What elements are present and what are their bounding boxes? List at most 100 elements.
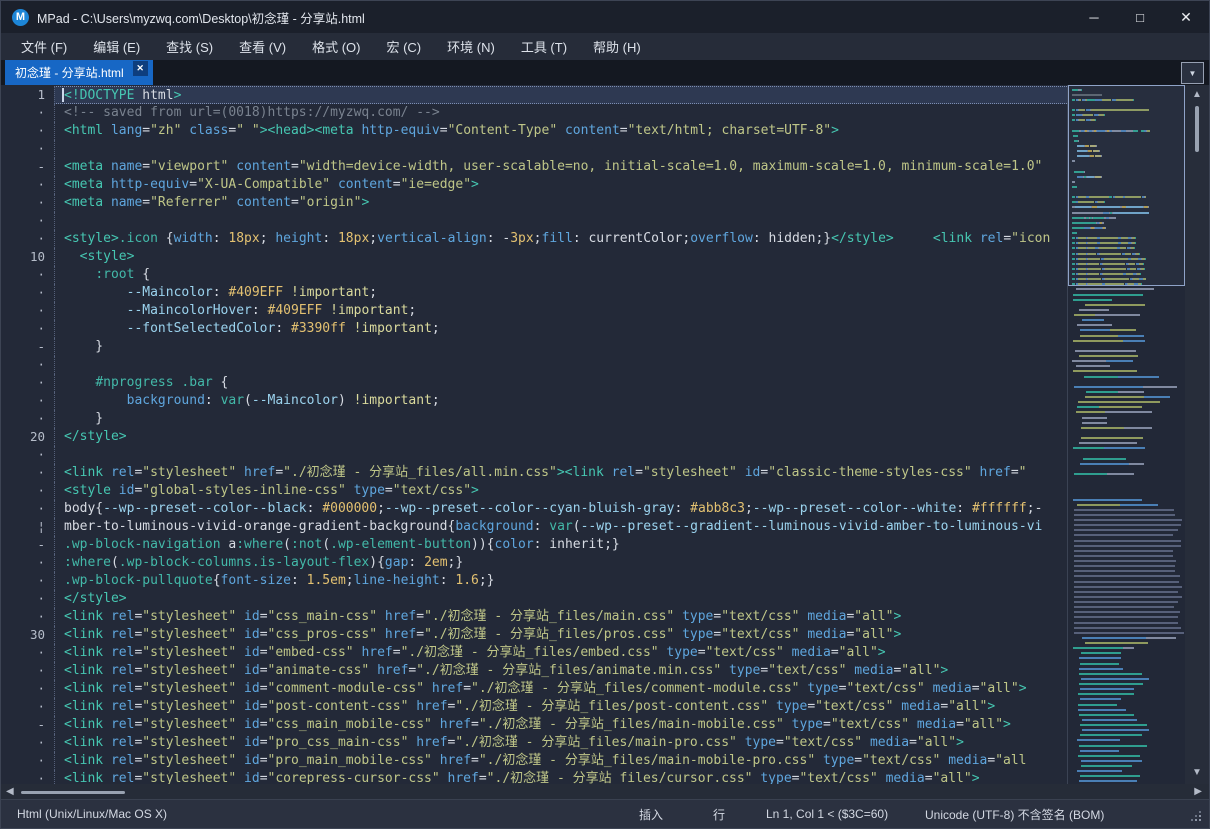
editor-row[interactable]: ·<link rel="stylesheet" id="pro_css_main… <box>1 734 1067 752</box>
code-line[interactable]: <meta name="Referrer" content="origin"> <box>54 194 1067 212</box>
code-line[interactable]: body{--wp--preset--color--black: #000000… <box>54 500 1067 518</box>
editor-row[interactable]: · <box>1 446 1067 464</box>
code-line[interactable]: <link rel="stylesheet" id="css_main_mobi… <box>54 716 1067 734</box>
code-line[interactable]: <link rel="stylesheet" href="./初念瑾 - 分享站… <box>54 464 1067 482</box>
code-line[interactable] <box>54 140 1067 158</box>
editor-row[interactable]: -<meta name="viewport" content="width=de… <box>1 158 1067 176</box>
editor-row[interactable]: 10 <style> <box>1 248 1067 266</box>
editor-row[interactable]: · background: var(--Maincolor) !importan… <box>1 392 1067 410</box>
editor-row[interactable]: ·.wp-block-pullquote{font-size: 1.5em;li… <box>1 572 1067 590</box>
code-line[interactable]: <style id="global-styles-inline-css" typ… <box>54 482 1067 500</box>
editor-row[interactable]: 20</style> <box>1 428 1067 446</box>
editor-row[interactable]: · --fontSelectedColor: #3390ff !importan… <box>1 320 1067 338</box>
tab-active[interactable]: 初念瑾 - 分享站.html ✕ <box>5 60 153 85</box>
editor-row[interactable]: ·<html lang="zh" class=" "><head><meta h… <box>1 122 1067 140</box>
editor-row[interactable]: ·<style id="global-styles-inline-css" ty… <box>1 482 1067 500</box>
code-line[interactable]: #nprogress .bar { <box>54 374 1067 392</box>
menu-item-4[interactable]: 查看 (V) <box>226 34 299 59</box>
menu-item-6[interactable]: 宏 (C) <box>373 34 434 59</box>
status-doc-type[interactable]: Html (Unix/Linux/Mac OS X) <box>17 800 167 828</box>
resize-grip[interactable] <box>1191 811 1201 821</box>
code-line[interactable]: <link rel="stylesheet" id="post-content-… <box>54 698 1067 716</box>
minimize-button[interactable]: ─ <box>1071 1 1117 33</box>
editor-row[interactable]: · --Maincolor: #409EFF !important; <box>1 284 1067 302</box>
code-line[interactable]: .wp-block-navigation a:where(:not(.wp-el… <box>54 536 1067 554</box>
editor-row[interactable]: ·:where(.wp-block-columns.is-layout-flex… <box>1 554 1067 572</box>
code-line[interactable]: .wp-block-pullquote{font-size: 1.5em;lin… <box>54 572 1067 590</box>
editor-row[interactable]: ·<!-- saved from url=(0018)https://myzwq… <box>1 104 1067 122</box>
vertical-scroll-thumb[interactable] <box>1195 106 1199 152</box>
scroll-down-button[interactable]: ▼ <box>1185 766 1209 780</box>
code-line[interactable] <box>54 356 1067 374</box>
editor-row[interactable]: ·<link rel="stylesheet" href="./初念瑾 - 分享… <box>1 464 1067 482</box>
editor-row[interactable]: ·body{--wp--preset--color--black: #00000… <box>1 500 1067 518</box>
code-line[interactable]: </style> <box>54 590 1067 608</box>
scroll-left-button[interactable]: ◀ <box>6 786 14 798</box>
menu-item-7[interactable]: 环境 (N) <box>434 34 508 59</box>
code-line[interactable]: --MaincolorHover: #409EFF !important; <box>54 302 1067 320</box>
code-line[interactable]: } <box>54 338 1067 356</box>
editor-row[interactable]: ·<link rel="stylesheet" id="pro_main_mob… <box>1 752 1067 770</box>
editor-row[interactable]: ·<link rel="stylesheet" id="corepress-cu… <box>1 770 1067 784</box>
editor-row[interactable]: -.wp-block-navigation a:where(:not(.wp-e… <box>1 536 1067 554</box>
code-line[interactable]: --Maincolor: #409EFF !important; <box>54 284 1067 302</box>
code-line[interactable]: <link rel="stylesheet" id="animate-css" … <box>54 662 1067 680</box>
code-line[interactable]: <!DOCTYPE html> <box>54 86 1067 104</box>
menu-item-5[interactable]: 格式 (O) <box>299 34 373 59</box>
code-line[interactable]: <link rel="stylesheet" id="corepress-cur… <box>54 770 1067 784</box>
code-line[interactable]: <meta name="viewport" content="width=dev… <box>54 158 1067 176</box>
close-button[interactable]: ✕ <box>1163 1 1209 33</box>
scroll-right-button[interactable]: ▶ <box>1194 786 1202 798</box>
editor-row[interactable]: · --MaincolorHover: #409EFF !important; <box>1 302 1067 320</box>
editor-row[interactable]: ·</style> <box>1 590 1067 608</box>
tab-close-button[interactable]: ✕ <box>133 61 148 76</box>
code-line[interactable]: </style> <box>54 428 1067 446</box>
editor-row[interactable]: ·<link rel="stylesheet" id="css_main-css… <box>1 608 1067 626</box>
editor-row[interactable]: · <box>1 356 1067 374</box>
code-line[interactable]: background: var(--Maincolor) !important; <box>54 392 1067 410</box>
code-line[interactable]: <style>.icon {width: 18px; height: 18px;… <box>54 230 1067 248</box>
status-line-mode[interactable]: 行 <box>713 800 725 828</box>
minimap[interactable] <box>1067 85 1185 784</box>
code-line[interactable]: --fontSelectedColor: #3390ff !important; <box>54 320 1067 338</box>
horizontal-scroll-thumb[interactable] <box>21 791 125 794</box>
editor-row[interactable]: - } <box>1 338 1067 356</box>
editor-row[interactable]: -<link rel="stylesheet" id="css_main_mob… <box>1 716 1067 734</box>
code-line[interactable]: :root { <box>54 266 1067 284</box>
code-line[interactable]: } <box>54 410 1067 428</box>
menu-item-2[interactable]: 编辑 (E) <box>80 34 153 59</box>
code-line[interactable]: :where(.wp-block-columns.is-layout-flex)… <box>54 554 1067 572</box>
editor-row[interactable]: · :root { <box>1 266 1067 284</box>
code-area[interactable]: 1<!DOCTYPE html>·<!-- saved from url=(00… <box>1 85 1067 784</box>
editor-row[interactable]: ·<style>.icon {width: 18px; height: 18px… <box>1 230 1067 248</box>
editor-row[interactable]: ·<meta http-equiv="X-UA-Compatible" cont… <box>1 176 1067 194</box>
editor-row[interactable]: 1<!DOCTYPE html> <box>1 86 1067 104</box>
editor-row[interactable]: · <box>1 140 1067 158</box>
status-encoding[interactable]: Unicode (UTF-8) 不含签名 (BOM) <box>925 800 1104 828</box>
code-line[interactable]: <html lang="zh" class=" "><head><meta ht… <box>54 122 1067 140</box>
menu-item-1[interactable]: 文件 (F) <box>8 34 80 59</box>
editor-row[interactable]: ¦mber-to-luminous-vivid-orange-gradient-… <box>1 518 1067 536</box>
code-line[interactable]: <link rel="stylesheet" id="comment-modul… <box>54 680 1067 698</box>
menu-item-8[interactable]: 工具 (T) <box>508 34 580 59</box>
menu-item-9[interactable]: 帮助 (H) <box>580 34 654 59</box>
editor-row[interactable]: ·<link rel="stylesheet" id="embed-css" h… <box>1 644 1067 662</box>
scroll-up-button[interactable]: ▲ <box>1185 88 1209 102</box>
code-line[interactable] <box>54 212 1067 230</box>
menu-item-3[interactable]: 查找 (S) <box>153 34 226 59</box>
code-line[interactable]: <link rel="stylesheet" id="css_pros-css"… <box>54 626 1067 644</box>
code-line[interactable]: <link rel="stylesheet" id="embed-css" hr… <box>54 644 1067 662</box>
horizontal-scrollbar[interactable]: ◀ ▶ <box>1 784 1209 800</box>
editor-row[interactable]: ·<link rel="stylesheet" id="post-content… <box>1 698 1067 716</box>
status-cursor-position[interactable]: Ln 1, Col 1 < ($3C=60) <box>766 800 888 828</box>
editor-row[interactable]: ·<link rel="stylesheet" id="comment-modu… <box>1 680 1067 698</box>
editor-row[interactable]: 30<link rel="stylesheet" id="css_pros-cs… <box>1 626 1067 644</box>
code-line[interactable]: <meta http-equiv="X-UA-Compatible" conte… <box>54 176 1067 194</box>
tab-list-dropdown-button[interactable]: ▼ <box>1181 62 1204 84</box>
editor-row[interactable]: ·<meta name="Referrer" content="origin"> <box>1 194 1067 212</box>
code-line[interactable]: <link rel="stylesheet" id="css_main-css"… <box>54 608 1067 626</box>
code-line[interactable]: mber-to-luminous-vivid-orange-gradient-b… <box>54 518 1067 536</box>
editor-row[interactable]: ·<link rel="stylesheet" id="animate-css"… <box>1 662 1067 680</box>
status-insert-mode[interactable]: 插入 <box>639 800 663 828</box>
editor-row[interactable]: · } <box>1 410 1067 428</box>
